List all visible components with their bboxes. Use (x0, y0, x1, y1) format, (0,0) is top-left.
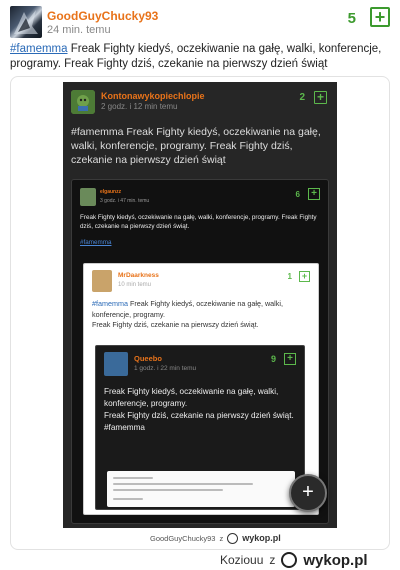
nested-time-2: 10 min temu (118, 282, 152, 288)
nested-author-2: MrDaarkness (118, 272, 159, 279)
screenshot-text: #famemma Freak Fighty kiedyś, oczekiwani… (71, 126, 321, 166)
nested-comment-4 (107, 471, 295, 507)
bottom-user: Koziouu (220, 553, 264, 567)
nested-avatar-1 (80, 188, 96, 206)
post-body: #famemma Freak Fighty kiedyś, oczekiwani… (10, 42, 390, 72)
author-name[interactable]: GoodGuyChucky93 (47, 9, 158, 23)
embedded-screenshot[interactable]: Kontonawykopiechlopie 2 godz. i 12 min t… (63, 82, 337, 528)
nested-text-3-line2: Freak Fighty dziś, czekanie na pierwszy … (104, 411, 294, 420)
wykop-logo-icon (281, 552, 298, 568)
plus-icon: + (308, 188, 320, 200)
nested-tag-2: #famemma (92, 299, 128, 308)
nested-text-3: Freak Fighty kiedyś, oczekiwanie na gałę… (104, 386, 298, 434)
wykop-logo-icon (227, 532, 239, 544)
author-avatar[interactable] (10, 6, 42, 38)
nested-comment-3-header: Queebo 1 godz. i 22 min temu 9 + (104, 352, 298, 376)
nested-comment-2-header: MrDaarkness 10 min temu 1 + (92, 270, 312, 294)
upvote-button[interactable]: + (370, 7, 390, 27)
bottom-logo: wykop.pl (303, 551, 368, 569)
screenshot-header: Kontonawykopiechlopie 2 godz. i 12 min t… (71, 90, 329, 114)
signature-logo: wykop.pl (242, 533, 281, 543)
screenshot-signature: GoodGuyChucky93 z wykop.pl (150, 531, 281, 545)
screenshot-time: 2 godz. i 12 min temu (101, 102, 178, 111)
blur-line (113, 477, 153, 479)
nested-avatar-3 (104, 352, 128, 376)
nested-tag-3: #famemma (104, 423, 145, 432)
plus-icon: + (284, 353, 296, 365)
screenshot-vote-count: 2 (299, 92, 305, 103)
signature-sep: z (219, 533, 224, 543)
nested-comment-1: elgaunzz 3 godz. i 47 min. temu 6 + Frea… (71, 179, 329, 524)
nested-author-3: Queebo (134, 354, 162, 363)
nested-text-2-line2: Freak Fighty dziś, czekanie na pierwszy … (92, 320, 259, 329)
signature-user: GoodGuyChucky93 (150, 533, 216, 543)
screenshot-avatar (71, 90, 95, 114)
nested-time-3: 1 godz. i 22 min temu (134, 365, 197, 372)
plus-icon: + (299, 271, 310, 282)
nested-vote-count-1: 6 (295, 190, 300, 199)
plus-icon: + (302, 481, 314, 503)
add-fab-button: + (289, 474, 327, 512)
nested-comment-2: MrDaarkness 10 min temu 1 + #famemma Fre… (83, 263, 319, 515)
post-time: 24 min. temu (47, 24, 111, 36)
nested-text-2: #famemma Freak Fighty kiedyś, oczekiwani… (92, 299, 312, 331)
nested-tag-1: #famemma (80, 239, 112, 246)
plus-icon: + (374, 7, 386, 27)
hashtag-link[interactable]: #famemma (10, 43, 68, 55)
nested-vote-count-2: 1 (287, 272, 292, 281)
nested-author-1: elgaunzz (100, 189, 122, 195)
nested-text-1: Freak Fighty kiedyś, oczekiwanie na gałę… (80, 214, 317, 230)
nested-comment-3: Queebo 1 godz. i 22 min temu 9 + Freak F… (95, 345, 305, 510)
nested-text-3-line1: Freak Fighty kiedyś, oczekiwanie na gałę… (104, 387, 279, 408)
nested-comment-1-header: elgaunzz 3 godz. i 47 min. temu 6 + (80, 188, 322, 208)
nested-vote-count-3: 9 (270, 354, 276, 364)
blur-line (113, 489, 223, 491)
bottom-sep: z (269, 553, 276, 567)
screenshot-author: Kontonawykopiechlopie (101, 91, 205, 101)
blur-line (113, 498, 143, 500)
blur-line (113, 483, 253, 485)
vote-count: 5 (347, 10, 356, 27)
nested-time-1: 3 godz. i 47 min. temu (100, 198, 150, 204)
post-header: GoodGuyChucky93 24 min. temu 5 + (10, 6, 390, 40)
nested-avatar-2 (92, 270, 112, 292)
plus-icon: + (314, 91, 327, 104)
image-signature: Koziouu z wykop.pl (220, 550, 368, 570)
